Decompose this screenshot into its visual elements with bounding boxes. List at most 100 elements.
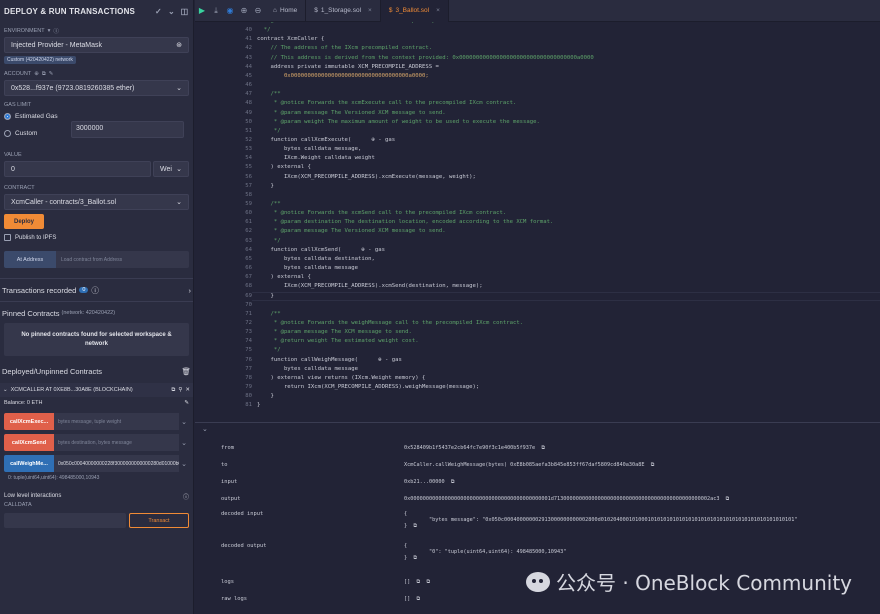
contract-instance-header[interactable]: ⌄ XCMCALLER AT 0XE8B...30A8E (BLOCKCHAIN… bbox=[0, 383, 193, 397]
trash-icon[interactable]: 🗑 bbox=[181, 367, 191, 376]
add-account-icon[interactable]: ⊕ bbox=[34, 71, 39, 77]
tab-1-storage[interactable]: $1_Storage.sol × bbox=[306, 0, 381, 22]
line-number: 68 bbox=[245, 283, 252, 290]
tx-field-value[interactable]: { "0": "tuple(uint64,uint64): 498485000,… bbox=[404, 543, 566, 562]
tx-field-value[interactable]: 0x528409b1f5437e2cb64fc7e90f3c1e400b5f93… bbox=[404, 445, 545, 452]
call-xcm-execute-button[interactable]: callXcmExec... bbox=[4, 413, 54, 430]
code-line: IXcm(XCM_PRECOMPILE_ADDRESS).xcmSend(des… bbox=[257, 283, 483, 290]
code-line: * @param message The Versioned XCM messa… bbox=[257, 109, 446, 116]
code-line: // The address of the IXcm precompiled c… bbox=[257, 45, 433, 52]
code-line: } bbox=[257, 182, 274, 189]
chevron-down-icon[interactable]: ⌄ bbox=[179, 418, 189, 426]
line-number: 75 bbox=[245, 347, 252, 354]
code-line: contract XcmCaller { bbox=[257, 36, 325, 43]
chevron-down-icon[interactable]: ⌄ bbox=[179, 460, 189, 468]
copy-icon[interactable]: ⧉ bbox=[171, 387, 175, 394]
function-row-callXcmSend: callXcmSend bytes destination, bytes mes… bbox=[4, 434, 189, 451]
code-line: bytes calldata destination, bbox=[257, 255, 375, 262]
code-editor[interactable]: 39 * @dev A contract to interact with th… bbox=[195, 22, 880, 422]
radio-selected[interactable] bbox=[4, 112, 11, 120]
line-number: 39 bbox=[195, 22, 255, 24]
call-xcm-send-input[interactable]: bytes destination, bytes message bbox=[54, 434, 179, 451]
line-number: 42 bbox=[245, 45, 252, 52]
tab-3-ballot[interactable]: $3_Ballot.sol × bbox=[380, 0, 449, 22]
toggle-icon[interactable]: ◉ bbox=[223, 6, 237, 15]
line-number: 56 bbox=[245, 173, 252, 180]
chevron-down-icon[interactable]: ⌄ bbox=[167, 7, 176, 16]
transactions-recorded[interactable]: Transactions recorded 0 ⓘ › bbox=[0, 282, 193, 298]
tx-field-value[interactable]: { "bytes message": "0x050c00040000000291… bbox=[404, 511, 798, 530]
current-line-highlight bbox=[252, 291, 880, 301]
panel-title: DEPLOY & RUN TRANSACTIONS bbox=[4, 6, 136, 16]
tx-field-value[interactable]: [] ⧉ bbox=[404, 596, 420, 603]
chevron-down-icon[interactable]: ⌄ bbox=[202, 425, 208, 433]
line-number: 44 bbox=[245, 63, 252, 70]
value-row: 0 Wei ⌄ bbox=[4, 161, 189, 177]
call-weigh-message-button[interactable]: callWeighMe... bbox=[4, 455, 54, 472]
chevron-down-icon[interactable]: ⌄ bbox=[179, 439, 189, 447]
code-line: return IXcm(XCM_PRECOMPILE_ADDRESS).weig… bbox=[257, 384, 480, 390]
code-line: function callWeighMessage( ⊕ - gas bbox=[257, 356, 402, 363]
tx-field-label: input bbox=[221, 479, 238, 485]
tx-field-value[interactable]: 0xb21...00000 ⧉ bbox=[404, 479, 455, 486]
code-line: } bbox=[257, 393, 274, 400]
code-line: * @param message The XCM message to send… bbox=[257, 329, 412, 336]
call-weigh-message-input[interactable]: 0x050c00040000000228f3000000000000280d01… bbox=[54, 455, 179, 472]
chevron-right-icon[interactable]: › bbox=[189, 286, 192, 295]
line-number: 65 bbox=[245, 255, 252, 262]
checkbox[interactable] bbox=[4, 234, 11, 241]
call-xcm-send-button[interactable]: callXcmSend bbox=[4, 434, 54, 451]
close-icon[interactable]: × bbox=[368, 7, 372, 14]
gas-limit-input[interactable]: 3000000 bbox=[71, 121, 184, 138]
compile-icon[interactable]: ⤓ bbox=[209, 6, 223, 16]
at-address-input[interactable]: Load contract from Address bbox=[56, 251, 189, 268]
tx-field-value[interactable]: 0x00000000000000000000000000000000000000… bbox=[404, 496, 729, 503]
calldata-input[interactable] bbox=[4, 513, 126, 528]
function-row-callXcmExecute: callXcmExec... bytes message, tuple weig… bbox=[4, 413, 189, 430]
info-icon[interactable]: ⓘ bbox=[53, 27, 59, 35]
call-xcm-execute-input[interactable]: bytes message, tuple weight bbox=[54, 413, 179, 430]
tx-field-value[interactable]: [] ⧉ ⧉ bbox=[404, 579, 430, 586]
transact-button[interactable]: Transact bbox=[129, 513, 189, 528]
deploy-button[interactable]: Deploy bbox=[4, 214, 44, 229]
line-number: 79 bbox=[245, 384, 252, 390]
chevron-down-icon[interactable]: ⌄ bbox=[3, 387, 8, 393]
check-icon[interactable]: ✓ bbox=[154, 7, 163, 16]
remix-ide: DEPLOY & RUN TRANSACTIONS ✓ ⌄ ◫ ENVIRONM… bbox=[0, 0, 880, 614]
close-icon[interactable]: × bbox=[436, 7, 440, 14]
deploy-run-panel: DEPLOY & RUN TRANSACTIONS ✓ ⌄ ◫ ENVIRONM… bbox=[0, 0, 194, 614]
panel-toggle-icon[interactable]: ◫ bbox=[180, 7, 189, 16]
line-number: 78 bbox=[245, 374, 252, 381]
edit-icon[interactable]: ✎ bbox=[49, 71, 54, 77]
account-select[interactable]: 0x528...f937e (9723.0819260385 ether) ⌄ bbox=[4, 80, 189, 96]
tx-field-value[interactable]: XcmCaller.callWeighMessage(bytes) 0xE8b0… bbox=[404, 462, 654, 469]
run-icon[interactable]: ▶ bbox=[195, 6, 209, 15]
copy-icon[interactable]: ⧉ bbox=[42, 71, 46, 78]
line-number: 51 bbox=[245, 127, 252, 134]
pin-icon[interactable]: ⚲ bbox=[178, 387, 182, 393]
code-line: * @dev A contract to interact with the I… bbox=[257, 22, 513, 24]
line-number: 73 bbox=[245, 329, 252, 336]
close-icon[interactable]: ✕ bbox=[185, 387, 190, 393]
contract-select[interactable]: XcmCaller - contracts/3_Ballot.sol ⌄ bbox=[4, 194, 189, 210]
file-icon: $ bbox=[314, 7, 318, 14]
zoom-in-icon[interactable]: ⊕ bbox=[237, 6, 251, 15]
tx-field-label: from bbox=[221, 445, 234, 451]
publish-ipfs-checkbox[interactable]: Publish to IPFS bbox=[0, 231, 193, 244]
environment-select[interactable]: Injected Provider - MetaMask ⊛ bbox=[4, 37, 189, 53]
line-number: 47 bbox=[245, 91, 252, 98]
plug-icon: ⊛ bbox=[176, 42, 182, 49]
value-unit-select[interactable]: Wei ⌄ bbox=[153, 161, 189, 177]
info-icon: ⓘ bbox=[91, 285, 99, 295]
filter-icon[interactable]: ▾ bbox=[48, 28, 51, 34]
radio-unselected[interactable] bbox=[4, 129, 11, 137]
value-input[interactable]: 0 bbox=[4, 161, 151, 177]
at-address-button[interactable]: At Address bbox=[4, 251, 56, 268]
zoom-out-icon[interactable]: ⊖ bbox=[251, 6, 265, 15]
home-icon: ⌂ bbox=[273, 7, 277, 14]
edit-icon[interactable]: ✎ bbox=[184, 400, 189, 406]
line-number: 77 bbox=[245, 365, 252, 372]
tab-home[interactable]: ⌂ Home bbox=[265, 0, 307, 22]
tx-field-label: output bbox=[221, 496, 241, 502]
terminal-toggle[interactable]: ⌄ bbox=[195, 423, 880, 435]
